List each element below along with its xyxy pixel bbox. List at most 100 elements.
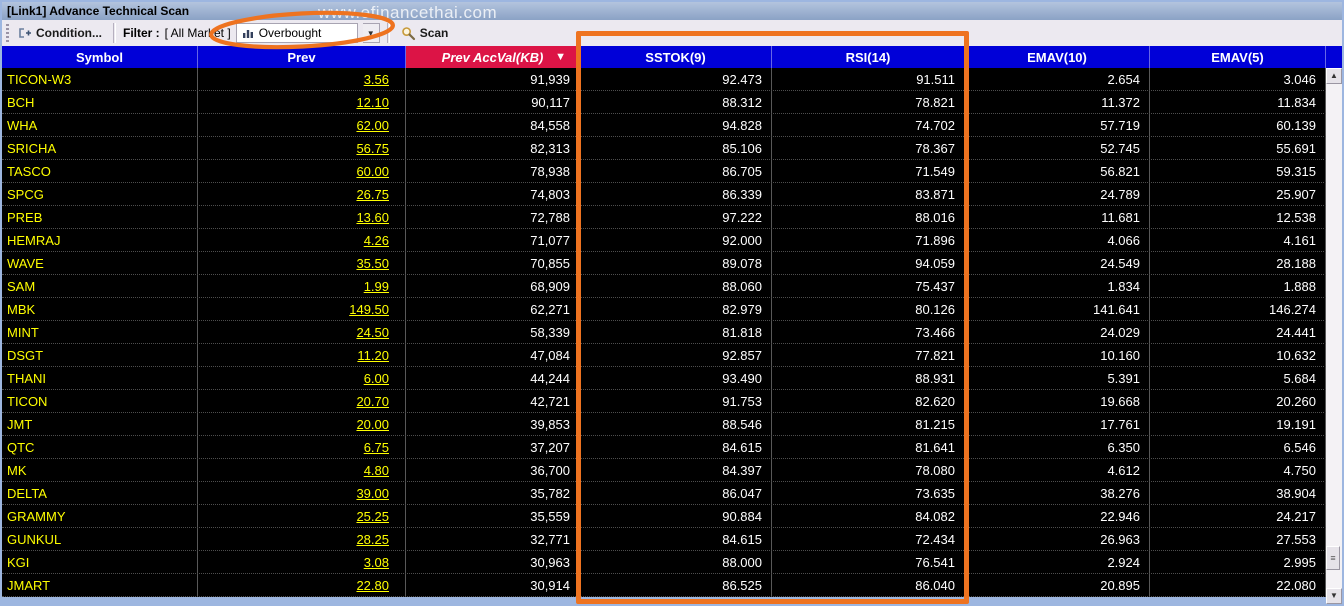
cell-symbol[interactable]: PREB bbox=[2, 206, 198, 228]
cell-prev[interactable]: 22.80 bbox=[198, 574, 406, 596]
table-row[interactable]: WHA 62.00 84,558 94.828 74.702 57.719 60.139 bbox=[2, 114, 1326, 137]
table-row[interactable]: TICON-W3 3.56 91,939 92.473 91.511 2.654 3.046 bbox=[2, 68, 1326, 91]
column-header-symbol[interactable]: Symbol bbox=[2, 46, 198, 68]
cell-symbol[interactable]: TICON bbox=[2, 390, 198, 412]
cell-rsi: 71.549 bbox=[772, 160, 965, 182]
cell-prev[interactable]: 56.75 bbox=[198, 137, 406, 159]
cell-symbol[interactable]: BCH bbox=[2, 91, 198, 113]
scroll-up-button[interactable]: ▲ bbox=[1326, 68, 1342, 84]
cell-symbol[interactable]: JMART bbox=[2, 574, 198, 596]
cell-prev[interactable]: 3.56 bbox=[198, 68, 406, 90]
table-row[interactable]: KGI 3.08 30,963 88.000 76.541 2.924 2.995 bbox=[2, 551, 1326, 574]
cell-symbol[interactable]: QTC bbox=[2, 436, 198, 458]
table-row[interactable]: WAVE 35.50 70,855 89.078 94.059 24.549 28.188 bbox=[2, 252, 1326, 275]
cell-accval: 71,077 bbox=[406, 229, 580, 251]
cell-prev[interactable]: 26.75 bbox=[198, 183, 406, 205]
column-header-sstok[interactable]: SSTOK(9) bbox=[580, 46, 772, 68]
cell-rsi: 76.541 bbox=[772, 551, 965, 573]
cell-emav10: 19.668 bbox=[965, 390, 1150, 412]
scan-type-combobox[interactable]: Overbought bbox=[235, 23, 358, 43]
cell-symbol[interactable]: DELTA bbox=[2, 482, 198, 504]
cell-symbol[interactable]: JMT bbox=[2, 413, 198, 435]
cell-symbol[interactable]: KGI bbox=[2, 551, 198, 573]
cell-prev[interactable]: 149.50 bbox=[198, 298, 406, 320]
table-row[interactable]: SAM 1.99 68,909 88.060 75.437 1.834 1.888 bbox=[2, 275, 1326, 298]
cell-prev[interactable]: 25.25 bbox=[198, 505, 406, 527]
cell-prev[interactable]: 20.00 bbox=[198, 413, 406, 435]
table-row[interactable]: TASCO 60.00 78,938 86.705 71.549 56.821 59.315 bbox=[2, 160, 1326, 183]
scroll-down-button[interactable]: ▼ bbox=[1326, 588, 1342, 604]
cell-prev[interactable]: 4.80 bbox=[198, 459, 406, 481]
cell-symbol[interactable]: SRICHA bbox=[2, 137, 198, 159]
cell-accval: 68,909 bbox=[406, 275, 580, 297]
cell-rsi: 81.641 bbox=[772, 436, 965, 458]
cell-prev[interactable]: 20.70 bbox=[198, 390, 406, 412]
vertical-scrollbar[interactable]: ▲ ≡ ▼ bbox=[1326, 46, 1342, 604]
cell-prev[interactable]: 11.20 bbox=[198, 344, 406, 366]
column-header-rsi[interactable]: RSI(14) bbox=[772, 46, 965, 68]
cell-emav5: 2.995 bbox=[1150, 551, 1326, 573]
cell-symbol[interactable]: MBK bbox=[2, 298, 198, 320]
table-row[interactable]: JMT 20.00 39,853 88.546 81.215 17.761 19.191 bbox=[2, 413, 1326, 436]
cell-symbol[interactable]: THANI bbox=[2, 367, 198, 389]
title-bar[interactable]: [Link1] Advance Technical Scan bbox=[2, 2, 1342, 20]
column-header-emav10[interactable]: EMAV(10) bbox=[965, 46, 1150, 68]
column-header-accval[interactable]: Prev AccVal(KB) ▼ bbox=[406, 46, 580, 68]
cell-sstok: 86.339 bbox=[580, 183, 772, 205]
table-row[interactable]: JMART 22.80 30,914 86.525 86.040 20.895 22.080 bbox=[2, 574, 1326, 597]
scan-button[interactable]: Scan bbox=[397, 24, 453, 43]
cell-emav5: 24.441 bbox=[1150, 321, 1326, 343]
cell-prev[interactable]: 35.50 bbox=[198, 252, 406, 274]
cell-prev[interactable]: 12.10 bbox=[198, 91, 406, 113]
table-row[interactable]: SRICHA 56.75 82,313 85.106 78.367 52.745 55.69… bbox=[2, 137, 1326, 160]
cell-symbol[interactable]: GRAMMY bbox=[2, 505, 198, 527]
sort-desc-icon[interactable]: ▼ bbox=[555, 51, 566, 63]
cell-symbol[interactable]: HEMRAJ bbox=[2, 229, 198, 251]
cell-sstok: 89.078 bbox=[580, 252, 772, 274]
table-row[interactable]: BCH 12.10 90,117 88.312 78.821 11.372 11.834 bbox=[2, 91, 1326, 114]
cell-prev[interactable]: 39.00 bbox=[198, 482, 406, 504]
cell-symbol[interactable]: MK bbox=[2, 459, 198, 481]
cell-symbol[interactable]: SAM bbox=[2, 275, 198, 297]
table-row[interactable]: MK 4.80 36,700 84.397 78.080 4.612 4.750 bbox=[2, 459, 1326, 482]
table-row[interactable]: PREB 13.60 72,788 97.222 88.016 11.681 12.538 bbox=[2, 206, 1326, 229]
cell-sstok: 93.490 bbox=[580, 367, 772, 389]
cell-prev[interactable]: 62.00 bbox=[198, 114, 406, 136]
table-row[interactable]: DELTA 39.00 35,782 86.047 73.635 38.276 38.904 bbox=[2, 482, 1326, 505]
column-header-prev[interactable]: Prev bbox=[198, 46, 406, 68]
table-row[interactable]: SPCG 26.75 74,803 86.339 83.871 24.789 25.907 bbox=[2, 183, 1326, 206]
cell-prev[interactable]: 3.08 bbox=[198, 551, 406, 573]
table-row[interactable]: QTC 6.75 37,207 84.615 81.641 6.350 6.546 bbox=[2, 436, 1326, 459]
cell-symbol[interactable]: GUNKUL bbox=[2, 528, 198, 550]
cell-prev[interactable]: 6.00 bbox=[198, 367, 406, 389]
table-row[interactable]: DSGT 11.20 47,084 92.857 77.821 10.160 10.632 bbox=[2, 344, 1326, 367]
column-header-emav5[interactable]: EMAV(5) bbox=[1150, 46, 1326, 68]
table-row[interactable]: HEMRAJ 4.26 71,077 92.000 71.896 4.066 4.161 bbox=[2, 229, 1326, 252]
scan-type-dropdown-button[interactable]: ▼ bbox=[362, 23, 380, 43]
cell-symbol[interactable]: WHA bbox=[2, 114, 198, 136]
cell-prev[interactable]: 60.00 bbox=[198, 160, 406, 182]
scrollbar-thumb[interactable]: ≡ bbox=[1326, 546, 1340, 570]
scrollbar-track[interactable]: ≡ bbox=[1326, 84, 1342, 588]
cell-prev[interactable]: 1.99 bbox=[198, 275, 406, 297]
table-row[interactable]: GRAMMY 25.25 35,559 90.884 84.082 22.946 24.21… bbox=[2, 505, 1326, 528]
cell-accval: 35,782 bbox=[406, 482, 580, 504]
condition-button[interactable]: Condition... bbox=[14, 24, 106, 42]
cell-symbol[interactable]: TASCO bbox=[2, 160, 198, 182]
cell-prev[interactable]: 28.25 bbox=[198, 528, 406, 550]
cell-symbol[interactable]: WAVE bbox=[2, 252, 198, 274]
cell-prev[interactable]: 6.75 bbox=[198, 436, 406, 458]
table-row[interactable]: GUNKUL 28.25 32,771 84.615 72.434 26.963 27.55… bbox=[2, 528, 1326, 551]
cell-prev[interactable]: 24.50 bbox=[198, 321, 406, 343]
cell-symbol[interactable]: MINT bbox=[2, 321, 198, 343]
cell-symbol[interactable]: TICON-W3 bbox=[2, 68, 198, 90]
table-row[interactable]: MBK 149.50 62,271 82.979 80.126 141.641 146.27… bbox=[2, 298, 1326, 321]
cell-prev[interactable]: 4.26 bbox=[198, 229, 406, 251]
table-row[interactable]: TICON 20.70 42,721 91.753 82.620 19.668 20.260 bbox=[2, 390, 1326, 413]
cell-prev[interactable]: 13.60 bbox=[198, 206, 406, 228]
table-row[interactable]: THANI 6.00 44,244 93.490 88.931 5.391 5.684 bbox=[2, 367, 1326, 390]
toolbar-grip[interactable] bbox=[6, 24, 9, 42]
cell-symbol[interactable]: DSGT bbox=[2, 344, 198, 366]
table-row[interactable]: MINT 24.50 58,339 81.818 73.466 24.029 24.441 bbox=[2, 321, 1326, 344]
cell-symbol[interactable]: SPCG bbox=[2, 183, 198, 205]
